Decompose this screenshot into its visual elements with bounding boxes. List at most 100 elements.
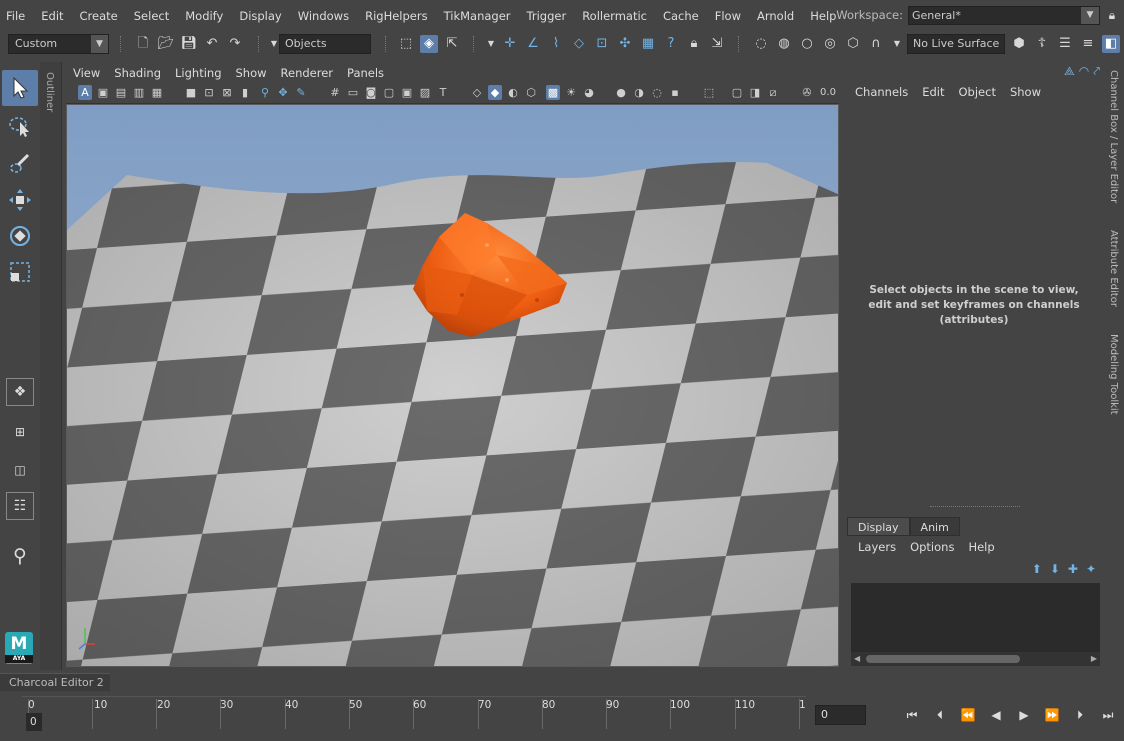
scroll-left-icon[interactable]: ◀ [854, 652, 860, 666]
viewport-menu-shading[interactable]: Shading [107, 66, 168, 80]
tab-channel-box-layer-editor[interactable]: Channel Box / Layer Editor [1108, 70, 1119, 203]
panel-resize-handle[interactable] [930, 506, 1020, 507]
single-perspective-layout-icon[interactable]: ❖ [6, 378, 34, 406]
pencil-icon[interactable]: ✎ [294, 85, 308, 100]
layer-menu-layers[interactable]: Layers [851, 540, 903, 554]
image-plane-icon[interactable]: ▥ [132, 85, 146, 100]
viewport-menu-lighting[interactable]: Lighting [168, 66, 228, 80]
camera-attributes-icon[interactable]: ▣ [96, 85, 110, 100]
camera-icon[interactable]: ■ [184, 85, 198, 100]
default-material-icon[interactable]: ◐ [506, 85, 520, 100]
tab-modeling-toolkit[interactable]: Modeling Toolkit [1108, 334, 1119, 415]
select-component-icon[interactable]: ⇱ [443, 35, 461, 53]
menu-display[interactable]: Display [231, 9, 289, 23]
humanik-icon[interactable]: ☦ [1033, 35, 1051, 53]
current-frame-marker[interactable]: 0 [26, 713, 42, 731]
menu-cache[interactable]: Cache [655, 9, 707, 23]
new-scene-icon[interactable]: 🗋︎ [134, 35, 152, 53]
menu-set-dropdown[interactable]: Custom ▼ [8, 34, 109, 54]
undo-icon[interactable]: ↶ [203, 35, 221, 53]
menu-tikmanager[interactable]: TikManager [436, 9, 519, 23]
outliner-dock-tab[interactable]: Outliner [40, 62, 62, 670]
select-object-icon[interactable]: ◈ [420, 35, 438, 53]
play-forwards-icon[interactable]: ▶ [1014, 706, 1034, 724]
ambient-occlusion-icon[interactable]: ● [614, 85, 628, 100]
symmetry-icon[interactable]: ⬢ [1010, 35, 1028, 53]
viewport-menu-renderer[interactable]: Renderer [274, 66, 341, 80]
step-forward-frame-icon[interactable]: ⏵ [1070, 706, 1090, 724]
live-surface-field[interactable]: No Live Surface [907, 34, 1005, 54]
current-time-field[interactable]: 0 [815, 705, 866, 725]
two-d-pan-icon[interactable]: ▦ [150, 85, 164, 100]
snap-live-icon[interactable]: ✣ [616, 35, 634, 53]
menu-modify[interactable]: Modify [177, 9, 231, 23]
xray-icon[interactable]: ▢ [730, 85, 744, 100]
menu-flow[interactable]: Flow [707, 9, 749, 23]
menu-create[interactable]: Create [72, 9, 126, 23]
grid-icon[interactable]: # [328, 85, 342, 100]
menu-arnold[interactable]: Arnold [749, 9, 802, 23]
menu-edit[interactable]: Edit [33, 9, 71, 23]
play-backwards-icon[interactable]: ◀ [986, 706, 1006, 724]
menu-select[interactable]: Select [126, 9, 177, 23]
new-empty-layer-icon[interactable]: ✚ [1068, 562, 1078, 576]
lasso-icon[interactable]: ◌ [752, 35, 770, 53]
tab-attribute-editor[interactable]: Attribute Editor [1108, 230, 1119, 307]
workspace-dropdown[interactable]: General* ▼ [908, 5, 1100, 25]
wireframe-on-shaded-icon[interactable]: ⬡ [524, 85, 538, 100]
render-view-icon[interactable]: ▦ [639, 35, 657, 53]
move-tool-icon[interactable] [2, 182, 38, 218]
smooth-shade-icon[interactable]: ◆ [488, 85, 502, 100]
layer-menu-help[interactable]: Help [961, 540, 1001, 554]
channel-box-toggle-icon[interactable]: ◧ [1102, 35, 1120, 53]
step-back-key-icon[interactable]: ⏪ [958, 706, 978, 724]
menu-file[interactable]: File [0, 9, 33, 23]
step-forward-key-icon[interactable]: ⏩ [1042, 706, 1062, 724]
move-layer-down-icon[interactable]: ⬇ [1050, 562, 1060, 576]
shadows-icon[interactable]: ◕ [582, 85, 596, 100]
four-view-layout-icon[interactable]: ⊞ [6, 418, 34, 446]
bookmark-icon[interactable]: ▮ [238, 85, 252, 100]
depth-of-field-icon[interactable]: ▪ [668, 85, 682, 100]
channel-box-menu-channels[interactable]: Channels [848, 85, 915, 99]
camera-lock-icon[interactable]: ⊡ [202, 85, 216, 100]
snap-view-plane-icon[interactable]: ◇ [570, 35, 588, 53]
move-layer-up-icon[interactable]: ⬆ [1032, 562, 1042, 576]
lasso-remove-icon[interactable]: ○ [798, 35, 816, 53]
channel-box-menu-edit[interactable]: Edit [915, 85, 951, 99]
use-lights-icon[interactable]: ☀ [564, 85, 578, 100]
gate-mask-icon[interactable]: ✥ [276, 85, 290, 100]
step-back-frame-icon[interactable]: ⏴ [930, 706, 950, 724]
charcoal-editor-tab[interactable]: Charcoal Editor 2 [0, 673, 110, 691]
tab-display[interactable]: Display [847, 517, 910, 536]
selection-mask-dropdown[interactable]: Objects [279, 34, 371, 54]
xray-joints-icon[interactable]: ◨ [748, 85, 762, 100]
chevron-down-icon[interactable]: ▼ [888, 35, 906, 53]
isolate-select-icon[interactable]: ⬚ [702, 85, 716, 100]
chevron-down-icon[interactable]: ▼ [482, 35, 500, 53]
viewport-menu-show[interactable]: Show [229, 66, 274, 80]
paint-select-tool-icon[interactable] [2, 146, 38, 182]
persp-outliner-layout-icon[interactable]: ◫ [6, 456, 34, 484]
scroll-right-icon[interactable]: ▶ [1091, 652, 1097, 666]
viewport-menu-view[interactable]: View [66, 66, 107, 80]
tool-settings-icon[interactable]: ≡ [1079, 35, 1097, 53]
select-hierarchy-icon[interactable]: ⬚ [397, 35, 415, 53]
safe-action-icon[interactable]: ◙ [364, 85, 378, 100]
snap-surface-icon[interactable]: ⊡ [593, 35, 611, 53]
attribute-editor-toggle-icon[interactable]: ☰ [1056, 35, 1074, 53]
wireframe-icon[interactable]: ◇ [470, 85, 484, 100]
film-gate-icon[interactable]: ⊠ [220, 85, 234, 100]
lasso-add-icon[interactable]: ◍ [775, 35, 793, 53]
go-to-end-icon[interactable]: ⏭ [1098, 706, 1118, 724]
magnet-icon[interactable]: ∩ [867, 35, 885, 53]
select-camera-icon[interactable]: A [78, 85, 92, 100]
redo-icon[interactable]: ↷ [226, 35, 244, 53]
perspective-viewport[interactable] [66, 104, 839, 667]
new-layer-from-selected-icon[interactable]: ✦ [1086, 562, 1096, 576]
lock-icon[interactable]: 🔒︎ [1100, 8, 1124, 23]
textured-icon[interactable]: ▩ [546, 85, 560, 100]
layer-list[interactable]: ◀ ▶ [851, 583, 1100, 666]
menu-rollermatic[interactable]: Rollermatic [574, 9, 655, 23]
viewport-menu-panels[interactable]: Panels [340, 66, 391, 80]
